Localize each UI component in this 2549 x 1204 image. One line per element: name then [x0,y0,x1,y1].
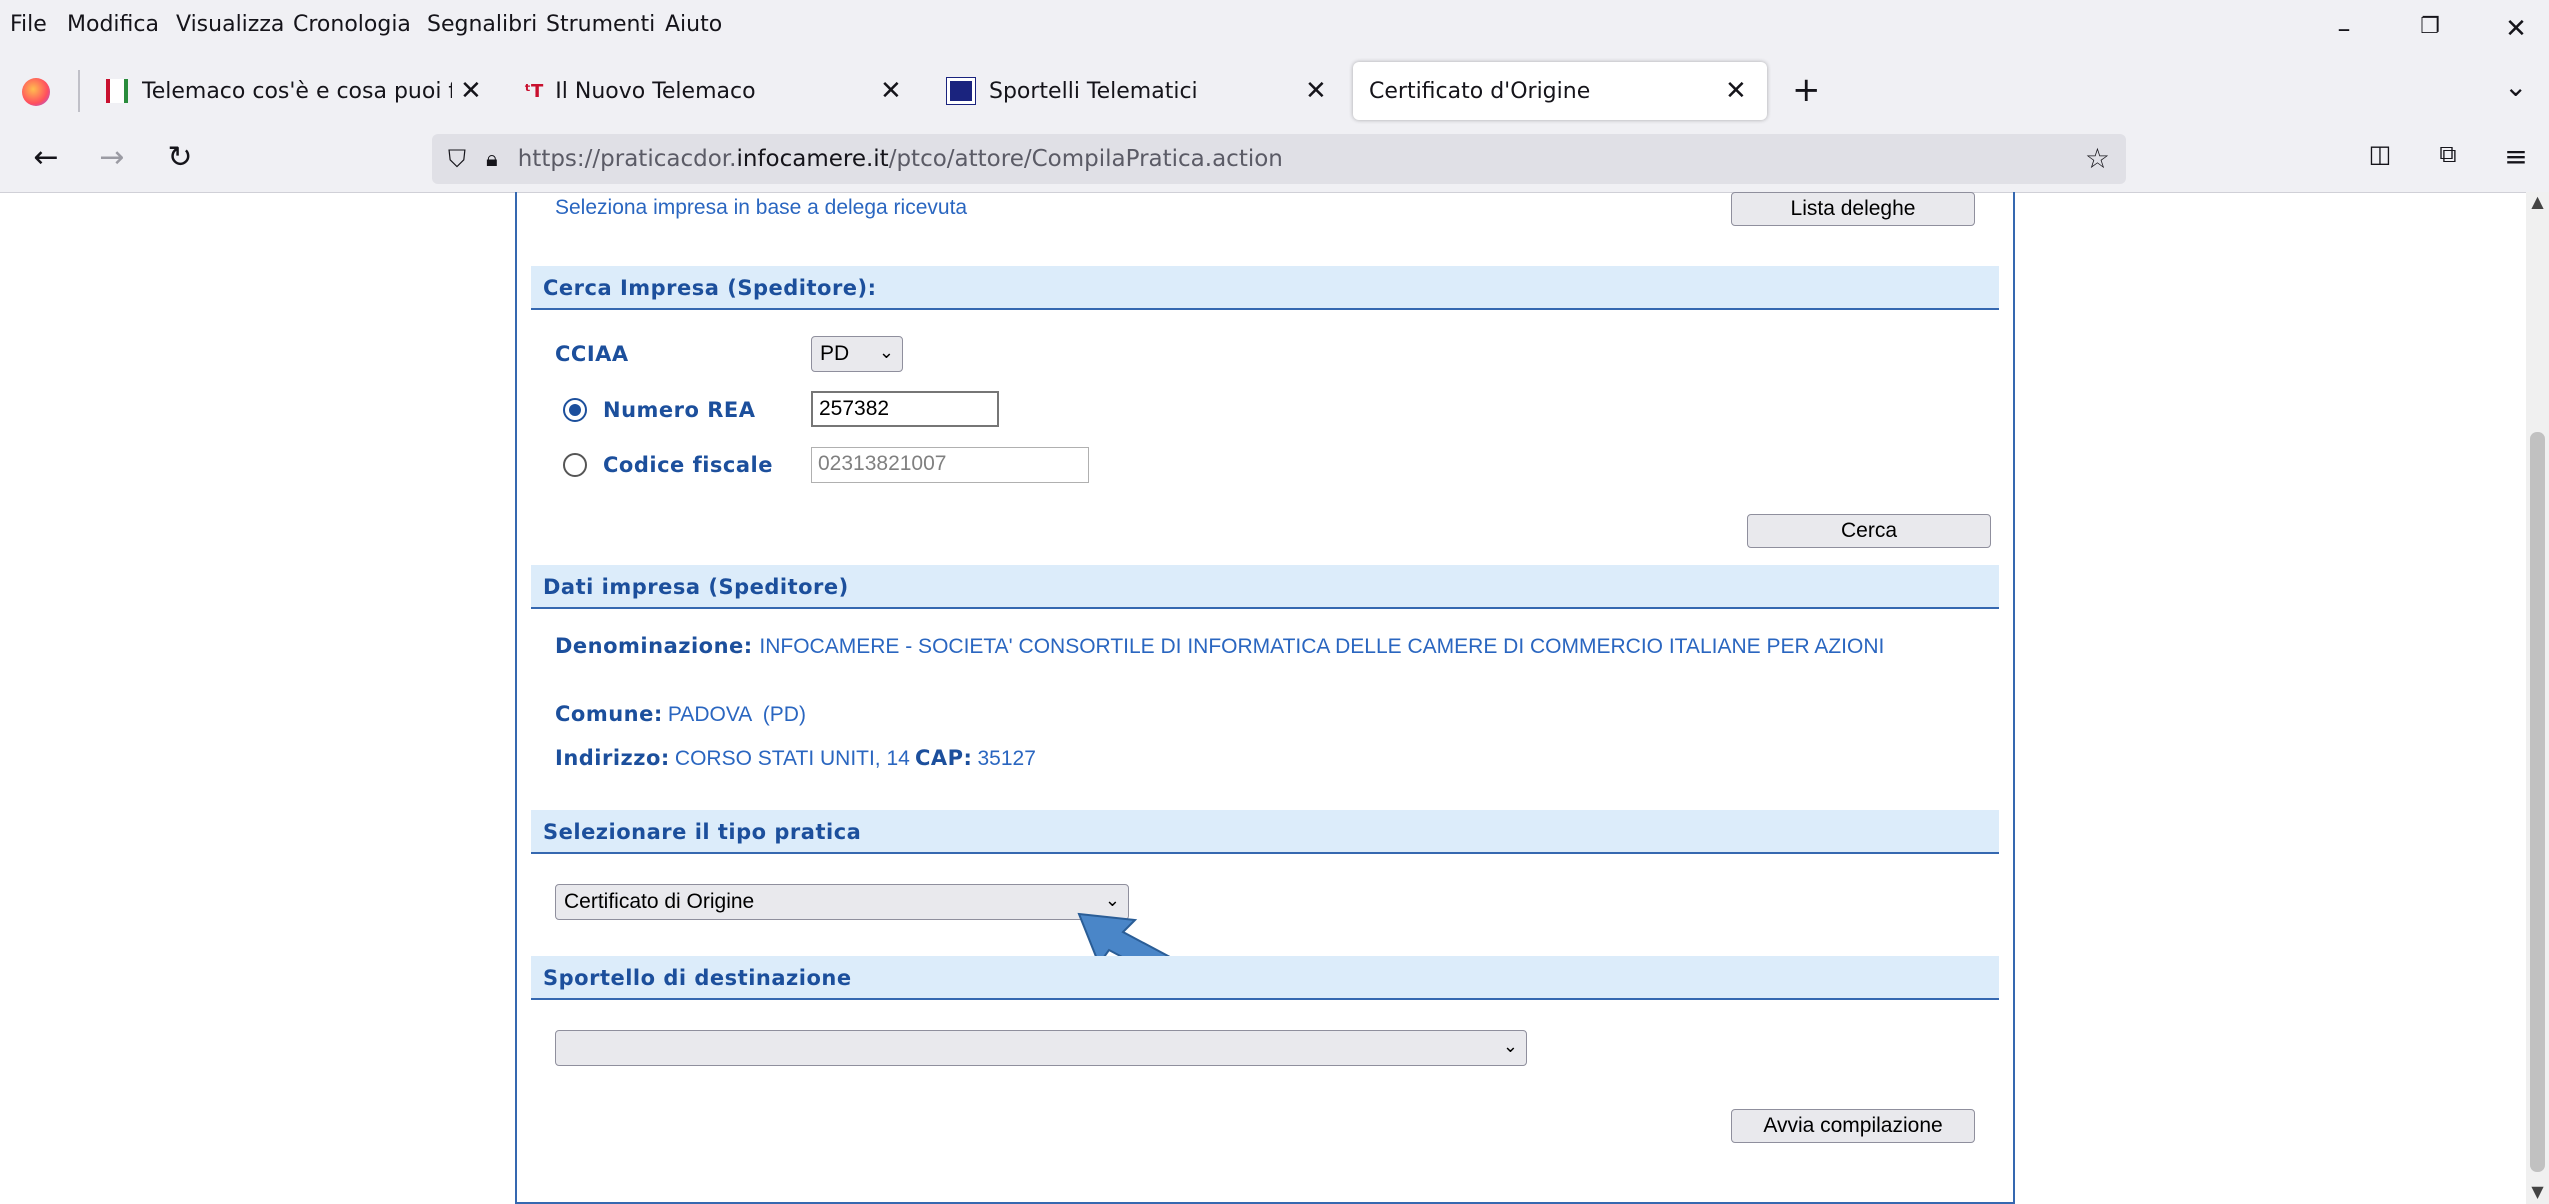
menu-cronologia[interactable]: Cronologia [293,12,411,37]
menu-hamburger-icon[interactable]: ≡ [2496,140,2536,173]
indirizzo-label: Indirizzo: [555,746,670,770]
comune-value: PADOVA (PD) [667,703,806,726]
denominazione-value: INFOCAMERE - SOCIETA' CONSORTILE DI INFO… [759,635,1885,658]
close-window-button[interactable]: ✕ [2496,14,2536,44]
url-bar[interactable]: ⛉ 🔒︎ https://praticacdor.infocamere.it/p… [432,134,2126,184]
tab-label: Telemaco cos'è e cosa puoi fare [142,78,452,104]
tipo-pratica-value: Certificato di Origine [564,890,755,913]
lista-deleghe-button[interactable]: Lista deleghe [1731,192,1975,226]
cciaa-label: CCIAA [555,342,629,366]
tab-label: Il Nuovo Telemaco [555,78,756,104]
sportello-select[interactable]: ⌄ [555,1030,1527,1066]
section-dati-impresa: Dati impresa (Speditore) [531,565,1999,609]
menu-strumenti[interactable]: Strumenti [546,12,655,37]
cerca-button[interactable]: Cerca [1747,514,1991,548]
sportelli-icon [946,77,976,105]
telemaco-new-icon: ᵗT [524,80,544,102]
comune-label: Comune: [555,702,663,726]
chevron-down-icon: ⌄ [1104,890,1120,910]
url-path: /ptco/attore/CompilaPratica.action [888,146,1283,172]
menu-modifica[interactable]: Modifica [67,12,159,37]
indirizzo-row: Indirizzo: CORSO STATI UNITI, 14 CAP: 35… [555,746,1036,771]
nav-bar: ← → ↻ ⛉ 🔒︎ https://praticacdor.infocamer… [0,130,2549,192]
cciaa-value: PD [820,342,850,365]
rea-radio[interactable] [563,398,587,422]
scroll-up-icon[interactable]: ▲ [2526,192,2549,214]
delega-text: Seleziona impresa in base a delega ricev… [555,196,968,219]
cf-radio[interactable] [563,453,587,477]
tab-label: Certificato d'Origine [1369,78,1591,104]
chevron-down-icon: ⌄ [878,342,894,362]
rea-label: Numero REA [603,398,756,422]
scroll-thumb[interactable] [2530,432,2545,1172]
comune-row: Comune: PADOVA (PD) [555,702,806,727]
url-text[interactable]: https://praticacdor.infocamere.it/ptco/a… [518,146,1283,172]
url-prefix: https://praticacdor. [517,146,737,172]
cap-label: CAP: [914,746,973,770]
menu-segnalibri[interactable]: Segnalibri [427,12,537,37]
reload-icon[interactable]: ↻ [160,140,200,175]
menu-visualizza[interactable]: Visualizza [176,12,284,37]
menu-aiuto[interactable]: Aiuto [665,12,722,37]
tab-nuovo-telemaco[interactable]: ᵗT Il Nuovo Telemaco ✕ [510,62,910,120]
bookmark-star-icon[interactable]: ☆ [2085,142,2110,175]
tab-certificato[interactable]: Certificato d'Origine ✕ [1353,62,1767,120]
browser-chrome: File Modifica Visualizza Cronologia Segn… [0,0,2549,192]
cf-input[interactable]: 02313821007 [811,447,1089,483]
tipo-pratica-select[interactable]: Certificato di Origine ⌄ [555,884,1129,920]
avvia-compilazione-button[interactable]: Avvia compilazione [1731,1109,1975,1143]
denominazione-row: Denominazione: INFOCAMERE - SOCIETA' CON… [555,634,1995,659]
form-panel: Seleziona impresa in base a delega ricev… [515,192,2015,1204]
cf-label: Codice fiscale [603,453,773,477]
cciaa-select[interactable]: PD ⌄ [811,336,903,372]
tab-close-icon[interactable]: ✕ [1305,76,1327,106]
tab-sportelli[interactable]: Sportelli Telematici ✕ [935,62,1335,120]
minimize-button[interactable]: – [2324,14,2364,44]
url-host: infocamere.it [736,146,889,172]
extensions-icon[interactable]: ⧉ [2428,140,2468,168]
pocket-icon[interactable]: ◫ [2360,140,2400,168]
tab-label: Sportelli Telematici [989,78,1198,104]
scrollbar[interactable]: ▲ ▼ [2526,192,2549,1204]
menubar: File Modifica Visualizza Cronologia Segn… [0,0,2549,52]
tab-separator [78,70,80,112]
section-sportello: Sportello di destinazione [531,956,1999,1000]
list-tabs-icon[interactable]: ⌄ [2504,70,2527,103]
firefox-icon[interactable] [22,78,50,106]
tab-close-icon[interactable]: ✕ [1725,76,1747,106]
section-cerca-impresa: Cerca Impresa (Speditore): [531,266,1999,310]
new-tab-button[interactable]: + [1792,70,1821,110]
tab-bar: Telemaco cos'è e cosa puoi fare ✕ ᵗT Il … [0,60,2549,122]
shield-icon[interactable]: ⛉ [448,145,466,173]
tab-telemaco[interactable]: Telemaco cos'è e cosa puoi fare ✕ [96,62,486,120]
scroll-down-icon[interactable]: ▼ [2526,1182,2549,1204]
denominazione-label: Denominazione: [555,634,753,658]
back-icon[interactable]: ← [26,140,66,175]
forward-icon[interactable]: → [92,140,132,175]
cap-value: 35127 [977,747,1036,770]
rea-input[interactable]: 257382 [811,391,999,427]
lock-icon[interactable]: 🔒︎ [486,147,498,172]
chevron-down-icon: ⌄ [1502,1036,1518,1056]
menu-file[interactable]: File [10,12,47,37]
tab-close-icon[interactable]: ✕ [880,76,902,106]
indirizzo-value: CORSO STATI UNITI, 14 [674,747,910,770]
tab-close-icon[interactable]: ✕ [460,76,482,106]
restore-button[interactable]: ❐ [2410,14,2450,44]
telemaco-icon [106,79,128,103]
section-tipo-pratica: Selezionare il tipo pratica [531,810,1999,854]
